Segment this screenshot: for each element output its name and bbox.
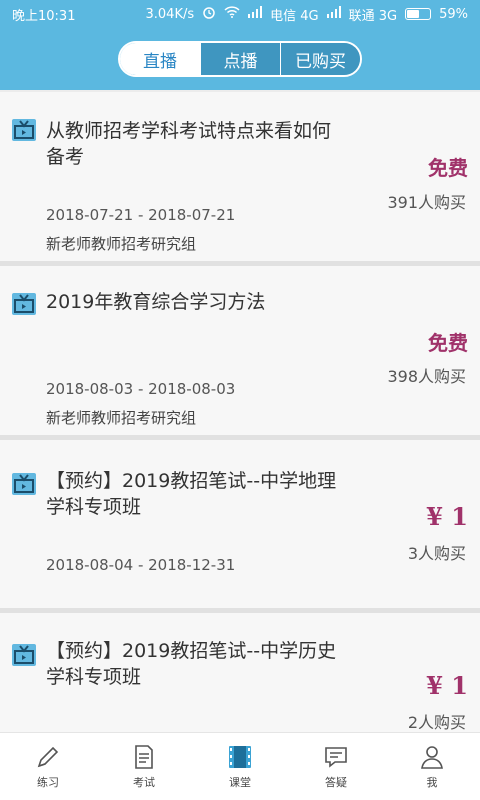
tv-icon bbox=[12, 473, 36, 495]
video-film-icon bbox=[229, 745, 251, 768]
course-price: ¥ 1 bbox=[426, 671, 468, 700]
nav-exam[interactable]: 考试 bbox=[96, 733, 192, 800]
course-card[interactable]: 从教师招考学科考试特点来看如何备考 免费 391人购买 2018-07-21 -… bbox=[0, 92, 480, 266]
course-buyers: 3人购买 bbox=[407, 544, 466, 563]
course-price: 免费 bbox=[428, 331, 468, 355]
wifi-icon bbox=[224, 6, 240, 22]
course-date: 2018-08-03 - 2018-08-03 bbox=[46, 380, 236, 398]
nav-label: 课堂 bbox=[229, 775, 251, 789]
tab-live[interactable]: 直播 bbox=[120, 43, 200, 75]
course-card[interactable]: 2019年教育综合学习方法 免费 398人购买 2018-08-03 - 201… bbox=[0, 266, 480, 440]
nav-label: 考试 bbox=[133, 775, 155, 789]
signal-icon bbox=[326, 6, 341, 22]
tv-icon bbox=[12, 644, 36, 666]
carrier-2: 联通 3G bbox=[348, 8, 398, 24]
course-title: 2019年教育综合学习方法 bbox=[46, 291, 266, 313]
nav-label: 我 bbox=[426, 775, 438, 789]
nav-classroom[interactable]: 课堂 bbox=[192, 733, 288, 800]
nav-practice[interactable]: 练习 bbox=[0, 733, 96, 800]
course-title: 【预约】2019教招笔试--中学历史学科专项班 bbox=[46, 640, 337, 688]
battery-percent: 59% bbox=[439, 6, 468, 22]
status-time: 晚上10:31 bbox=[12, 8, 76, 24]
battery-icon bbox=[405, 8, 432, 20]
pencil-icon bbox=[37, 746, 59, 767]
nav-label: 答疑 bbox=[325, 775, 347, 789]
course-buyers: 2人购买 bbox=[407, 713, 466, 732]
status-bar: 晚上10:31 3.04K/s 电信 4G 联通 3G 59% bbox=[0, 0, 480, 28]
course-price: ¥ 1 bbox=[426, 502, 468, 531]
nav-me[interactable]: 我 bbox=[384, 733, 480, 800]
segmented-tabs: 直播 点播 已购买 bbox=[118, 41, 362, 77]
bottom-nav: 练习 考试 课堂 答疑 我 bbox=[0, 732, 480, 800]
signal-icon bbox=[248, 6, 263, 22]
course-group: 新老师教师招考研究组 bbox=[46, 409, 197, 427]
course-date: 2018-08-04 - 2018-12-31 bbox=[46, 556, 236, 574]
tab-purchased[interactable]: 已购买 bbox=[280, 43, 360, 75]
exam-paper-icon bbox=[135, 744, 153, 769]
alarm-icon bbox=[202, 5, 216, 23]
course-title: 【预约】2019教招笔试--中学地理学科专项班 bbox=[46, 470, 337, 518]
tv-icon bbox=[12, 293, 36, 315]
user-icon bbox=[421, 745, 443, 769]
course-title: 从教师招考学科考试特点来看如何备考 bbox=[46, 120, 332, 168]
course-list: 从教师招考学科考试特点来看如何备考 免费 391人购买 2018-07-21 -… bbox=[0, 92, 480, 732]
chat-icon bbox=[325, 746, 347, 768]
course-price: 免费 bbox=[428, 156, 468, 180]
course-buyers: 391人购买 bbox=[387, 193, 466, 212]
course-date: 2018-07-21 - 2018-07-21 bbox=[46, 206, 236, 224]
carrier-1: 电信 4G bbox=[270, 8, 319, 24]
course-card[interactable]: 【预约】2019教招笔试--中学地理学科专项班 ¥ 1 3人购买 2018-08… bbox=[0, 440, 480, 613]
tab-on-demand[interactable]: 点播 bbox=[200, 43, 280, 75]
course-group: 新老师教师招考研究组 bbox=[46, 235, 197, 253]
course-buyers: 398人购买 bbox=[387, 367, 466, 386]
header: 直播 点播 已购买 bbox=[0, 28, 480, 90]
tv-icon bbox=[12, 119, 36, 141]
course-card[interactable]: 【预约】2019教招笔试--中学历史学科专项班 ¥ 1 2人购买 bbox=[0, 613, 480, 732]
nav-qa[interactable]: 答疑 bbox=[288, 733, 384, 800]
network-speed: 3.04K/s bbox=[145, 6, 195, 22]
nav-label: 练习 bbox=[37, 775, 59, 789]
